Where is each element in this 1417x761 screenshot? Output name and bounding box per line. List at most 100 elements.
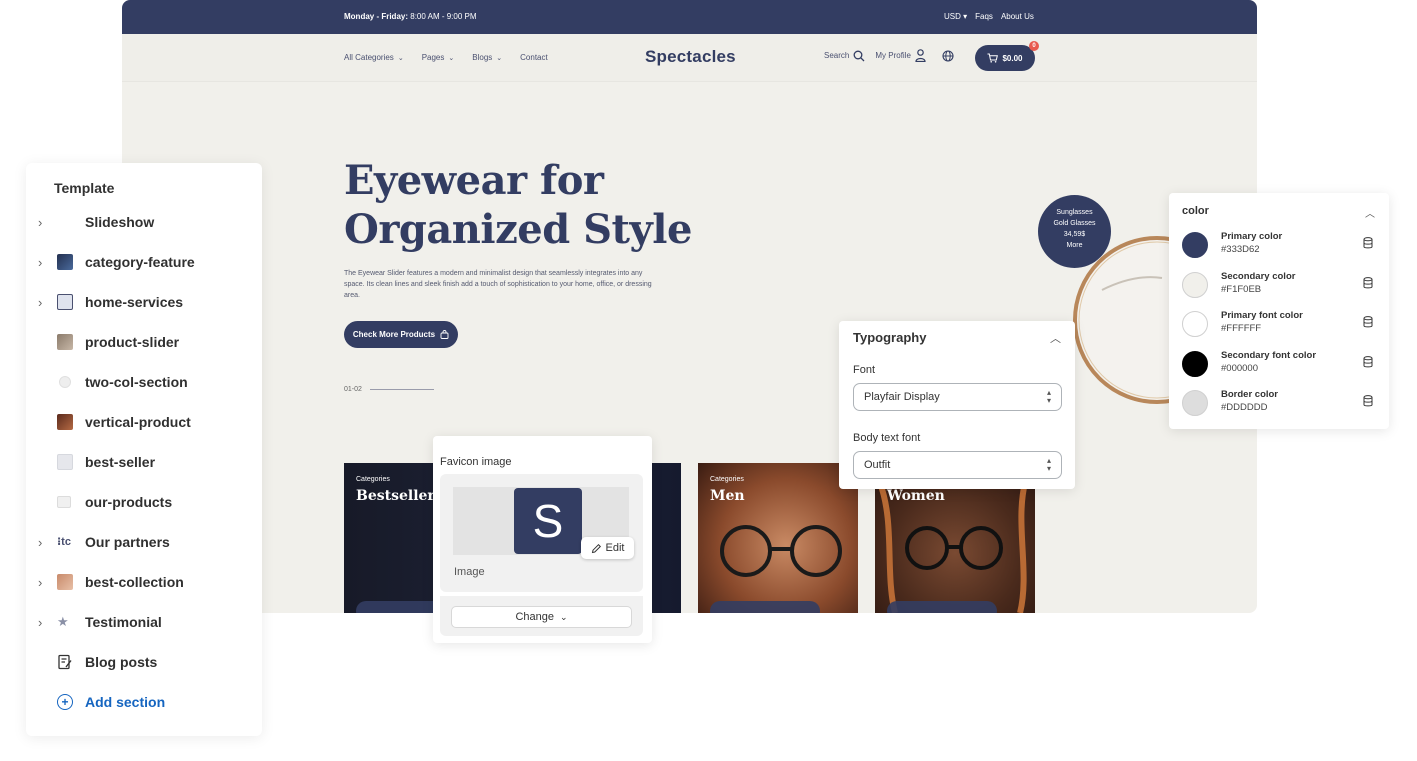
- best-seller-thumbnail: [57, 454, 73, 470]
- change-favicon-button[interactable]: Change ⌄: [451, 606, 632, 628]
- cart-icon: [987, 53, 999, 63]
- chevron-right-icon[interactable]: ›: [38, 255, 48, 270]
- two-col-section-thumbnail: [59, 376, 71, 388]
- category-card-men[interactable]: Categories Men: [698, 463, 858, 613]
- hero-title: Eyewear for Organized Style: [344, 157, 692, 253]
- chevron-right-icon[interactable]: ›: [38, 215, 48, 230]
- typography-title: Typography: [853, 330, 927, 345]
- favicon-image: S: [514, 488, 582, 554]
- database-icon[interactable]: [1363, 316, 1373, 328]
- about-link[interactable]: About Us: [1001, 12, 1034, 21]
- main-nav: All Categories ⌄ Pages ⌄ Blogs ⌄ Contact Sp…: [122, 34, 1257, 82]
- section-two-col-section[interactable]: two-col-section: [26, 362, 262, 402]
- our-partners-thumbnail: ⁝tc: [57, 536, 71, 548]
- add-section-button[interactable]: + Add section: [26, 682, 262, 722]
- product-bubble[interactable]: Sunglasses Gold Glasses 34,59$ More: [1038, 195, 1111, 268]
- search-icon: [853, 50, 865, 61]
- section-testimonial[interactable]: › ★ Testimonial: [26, 602, 262, 642]
- blog-icon: [58, 654, 72, 670]
- font-select[interactable]: Playfair Display ▴ ▾: [853, 383, 1062, 411]
- best-collection-thumbnail: [57, 574, 73, 590]
- category-feature-thumbnail: [57, 254, 73, 270]
- chevron-right-icon[interactable]: ›: [38, 615, 48, 630]
- chevron-right-icon[interactable]: ›: [38, 575, 48, 590]
- chevron-right-icon[interactable]: ›: [38, 535, 48, 550]
- user-icon: [915, 49, 926, 62]
- select-arrows-icon: ▴ ▾: [1046, 456, 1051, 473]
- website-preview: Monday - Friday: 8:00 AM - 9:00 PM USD ▾…: [122, 0, 1257, 613]
- favicon-image-box: S Edit Image: [440, 474, 643, 592]
- color-swatch[interactable]: [1182, 351, 1208, 377]
- nav-blogs[interactable]: Blogs ⌄: [472, 53, 502, 62]
- chevron-up-icon[interactable]: ︿: [1365, 205, 1375, 220]
- body-font-select[interactable]: Outfit ▴ ▾: [853, 451, 1062, 479]
- vertical-product-thumbnail: [57, 414, 73, 430]
- font-label: Font: [853, 364, 876, 376]
- plus-circle-icon: +: [57, 694, 73, 710]
- our-products-thumbnail: [57, 496, 71, 508]
- slide-pager: 01-02: [344, 386, 434, 393]
- top-bar: Monday - Friday: 8:00 AM - 9:00 PM USD ▾…: [122, 0, 1257, 34]
- bag-icon: [440, 330, 449, 339]
- globe-icon[interactable]: [942, 49, 954, 62]
- nav-pages[interactable]: Pages ⌄: [422, 53, 455, 62]
- section-product-slider[interactable]: product-slider: [26, 322, 262, 362]
- section-vertical-product[interactable]: vertical-product: [26, 402, 262, 442]
- top-bar-links: USD ▾ Faqs About Us: [944, 12, 1034, 21]
- star-icon: ★: [57, 614, 69, 629]
- chevron-down-icon: ⌄: [560, 611, 568, 622]
- section-home-services[interactable]: › home-services: [26, 282, 262, 322]
- select-arrows-icon: ▴ ▾: [1046, 388, 1051, 405]
- color-swatch[interactable]: [1182, 390, 1208, 416]
- check-more-products-button[interactable]: Check More Products: [344, 321, 458, 348]
- favicon-preview: S Edit: [453, 487, 634, 559]
- cart-count-badge: 0: [1029, 41, 1039, 51]
- cart-button[interactable]: $0.00 0: [975, 41, 1039, 71]
- color-swatch[interactable]: [1182, 232, 1208, 258]
- database-icon[interactable]: [1363, 237, 1373, 249]
- secondary-color-row[interactable]: Secondary color #F1F0EB: [1169, 269, 1389, 309]
- database-icon[interactable]: [1363, 277, 1373, 289]
- business-hours: Monday - Friday: 8:00 AM - 9:00 PM: [344, 12, 477, 21]
- men-photo: [720, 525, 842, 577]
- section-our-partners[interactable]: › ⁝tc Our partners: [26, 522, 262, 562]
- primary-font-color-row[interactable]: Primary font color #FFFFFF: [1169, 308, 1389, 348]
- section-blog-posts[interactable]: Blog posts: [26, 642, 262, 682]
- section-best-seller[interactable]: best-seller: [26, 442, 262, 482]
- edit-favicon-button[interactable]: Edit: [581, 537, 634, 559]
- database-icon[interactable]: [1363, 356, 1373, 368]
- hero-description: The Eyewear Slider features a modern and…: [344, 270, 652, 299]
- secondary-font-color-row[interactable]: Secondary font color #000000: [1169, 348, 1389, 388]
- favicon-settings-card: Favicon image S Edit Image Change ⌄: [433, 436, 652, 643]
- nav-all-categories[interactable]: All Categories ⌄: [344, 53, 404, 62]
- chevron-right-icon[interactable]: ›: [38, 295, 48, 310]
- section-our-products[interactable]: our-products: [26, 482, 262, 522]
- image-label: Image: [454, 566, 485, 578]
- primary-color-row[interactable]: Primary color #333D62: [1169, 229, 1389, 269]
- database-icon[interactable]: [1363, 395, 1373, 407]
- favicon-label: Favicon image: [440, 456, 512, 468]
- product-slider-thumbnail: [57, 334, 73, 350]
- template-panel-title: Template: [54, 180, 115, 196]
- profile-link[interactable]: My Profile: [875, 49, 926, 62]
- favicon-footer: Change ⌄: [440, 596, 643, 636]
- template-panel: Template › Slideshow › category-feature …: [26, 163, 262, 736]
- chevron-up-icon[interactable]: ︿: [1050, 330, 1061, 346]
- home-services-thumbnail: [57, 294, 73, 310]
- color-swatch[interactable]: [1182, 272, 1208, 298]
- pencil-icon: [591, 543, 601, 553]
- body-font-label: Body text font: [853, 432, 921, 444]
- faqs-link[interactable]: Faqs: [975, 12, 993, 21]
- color-title: color: [1182, 205, 1209, 217]
- border-color-row[interactable]: Border color #DDDDDD: [1169, 387, 1389, 427]
- nav-contact[interactable]: Contact: [520, 53, 548, 62]
- section-slideshow[interactable]: › Slideshow: [26, 202, 262, 242]
- color-swatch[interactable]: [1182, 311, 1208, 337]
- section-category-feature[interactable]: › category-feature: [26, 242, 262, 282]
- search-link[interactable]: Search: [824, 50, 865, 62]
- site-logo[interactable]: Spectacles: [645, 47, 736, 67]
- color-settings-card: color ︿ Primary color #333D62 Secondary …: [1169, 193, 1389, 429]
- currency-selector[interactable]: USD ▾: [944, 12, 967, 21]
- typography-card: Typography ︿ Font Playfair Display ▴ ▾ Bo…: [839, 321, 1075, 489]
- section-best-collection[interactable]: › best-collection: [26, 562, 262, 602]
